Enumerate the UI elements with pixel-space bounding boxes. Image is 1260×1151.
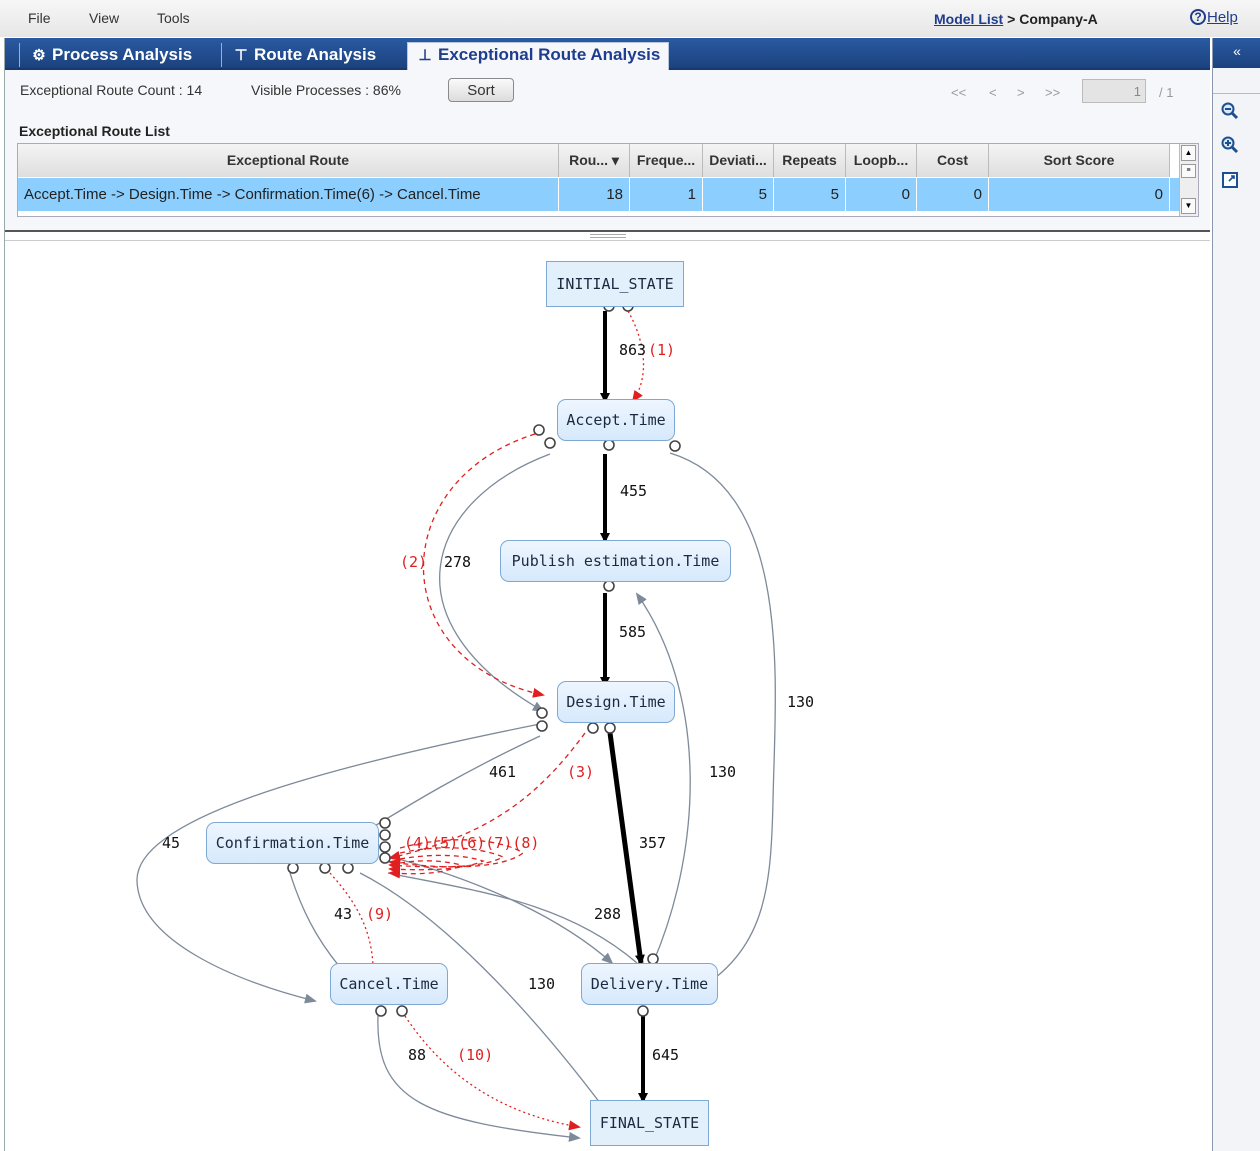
sort-button[interactable]: Sort	[448, 78, 514, 102]
first-page-button[interactable]: <<	[951, 85, 966, 100]
breadcrumb-separator: >	[1007, 11, 1016, 27]
last-page-button[interactable]: >>	[1045, 85, 1060, 100]
column-header-cost[interactable]: Cost	[917, 144, 989, 177]
right-toolbar: «	[1212, 38, 1260, 1151]
edge-label-exceptional: (1)	[648, 341, 676, 359]
splitter-grip[interactable]	[590, 234, 626, 238]
main-frame: ⚙ Process Analysis ⊤ Route Analysis ⊥ Excep…	[4, 38, 1210, 1151]
edge-label-exceptional: (3)	[567, 763, 595, 781]
breadcrumb: Model List > Company-A	[934, 11, 1098, 27]
tab-process-analysis[interactable]: ⚙ Process Analysis	[19, 43, 192, 67]
scroll-up-icon[interactable]: ▲	[1181, 145, 1196, 161]
pane-splitter[interactable]	[5, 230, 1210, 241]
edge-label: 357	[639, 834, 667, 852]
scroll-down-icon[interactable]: ▼	[1181, 198, 1196, 214]
exceptional-route-list-title: Exceptional Route List	[19, 123, 170, 139]
tab-bar: ⚙ Process Analysis ⊤ Route Analysis ⊥ Excep…	[5, 38, 1210, 70]
edge-label: 455	[620, 482, 648, 500]
process-icon: ⚙	[32, 47, 46, 64]
page-number-input[interactable]	[1082, 79, 1146, 103]
node-cancel-time[interactable]: Cancel.Time	[330, 963, 448, 1005]
fit-to-window-icon[interactable]	[1219, 171, 1241, 193]
cell-repeats: 5	[774, 178, 846, 211]
column-header-route-count[interactable]: Rou... ▾	[559, 144, 630, 177]
column-header-frequency[interactable]: Freque...	[630, 144, 703, 177]
column-header-loopback[interactable]: Loopb...	[846, 144, 917, 177]
column-header-repeats[interactable]: Repeats	[774, 144, 846, 177]
edge-label: 461	[489, 763, 517, 781]
menu-bar: File View Tools Model List > Company-A ?…	[0, 0, 1260, 37]
edge-label: 45	[162, 834, 181, 852]
zoom-in-icon[interactable]	[1219, 136, 1241, 158]
collapse-panel-button[interactable]: «	[1213, 38, 1260, 68]
node-accept-time[interactable]: Accept.Time	[557, 399, 675, 441]
process-graph: INITIAL_STATE Accept.Time Publish estima…	[5, 241, 1210, 1151]
edge-label-exceptional: (4)(5)(6)(7)(8)	[404, 834, 540, 852]
zoom-out-icon[interactable]	[1219, 102, 1241, 124]
column-header-sort-score[interactable]: Sort Score	[989, 144, 1170, 177]
route-icon: ⊤	[234, 47, 248, 64]
edge-label: 863	[619, 341, 647, 359]
column-header-route[interactable]: Exceptional Route	[18, 144, 559, 177]
cell-frequency: 1	[630, 178, 703, 211]
edge-label: 288	[594, 905, 622, 923]
table-row[interactable]: Accept.Time -> Design.Time -> Confirmati…	[18, 178, 1180, 211]
edge-design-delivery	[607, 732, 645, 965]
page-total: / 1	[1159, 85, 1174, 100]
help-icon: ?	[1190, 9, 1206, 25]
menu-tools[interactable]: Tools	[157, 10, 190, 26]
edge-confirm-delivery	[386, 855, 614, 965]
edge-label-exceptional: (10)	[457, 1046, 494, 1064]
tab-label: Exceptional Route Analysis	[438, 45, 661, 64]
tab-exceptional-route-analysis[interactable]: ⊥ Exceptional Route Analysis	[407, 42, 670, 70]
edge-label: 88	[408, 1046, 427, 1064]
scroll-thumb[interactable]: ≡	[1181, 164, 1196, 178]
cell-sort-score: 0	[989, 178, 1170, 211]
node-confirmation-time[interactable]: Confirmation.Time	[206, 822, 379, 864]
cell-cost: 0	[917, 178, 989, 211]
edge-label: 645	[652, 1046, 680, 1064]
edge-label: 585	[619, 623, 647, 641]
node-final-state[interactable]: FINAL_STATE	[590, 1100, 709, 1146]
breadcrumb-current: Company-A	[1019, 11, 1098, 27]
model-list-link[interactable]: Model List	[934, 11, 1003, 27]
menu-file[interactable]: File	[28, 10, 51, 26]
edge-label: 130	[787, 693, 815, 711]
cell-deviation: 5	[703, 178, 774, 211]
table-scrollbar[interactable]: ▲ ≡ ▼	[1179, 144, 1198, 216]
exceptional-icon: ⊥	[418, 47, 432, 64]
edge-label-exceptional: (9)	[366, 905, 394, 923]
tab-label: Route Analysis	[254, 45, 377, 64]
edge-label: 130	[528, 975, 556, 993]
cell-loopback: 0	[846, 178, 917, 211]
edge-accept-design	[439, 453, 551, 712]
node-initial-state[interactable]: INITIAL_STATE	[546, 261, 684, 307]
edge-label: 43	[334, 905, 353, 923]
edge-ex-cancel-final	[404, 1015, 581, 1131]
prev-page-button[interactable]: <	[989, 85, 997, 100]
column-header-deviation[interactable]: Deviati...	[703, 144, 774, 177]
help-label[interactable]: Help	[1207, 9, 1238, 26]
toolbar-divider	[1213, 68, 1260, 94]
edge-label: 278	[444, 553, 472, 571]
menu-view[interactable]: View	[89, 10, 119, 26]
node-design-time[interactable]: Design.Time	[557, 681, 675, 723]
visible-processes: Visible Processes : 86%	[251, 82, 401, 98]
edge-label-exceptional: (2)	[400, 553, 428, 571]
cell-route: Accept.Time -> Design.Time -> Confirmati…	[18, 178, 559, 211]
next-page-button[interactable]: >	[1017, 85, 1025, 100]
edge-label: 130	[709, 763, 737, 781]
node-delivery-time[interactable]: Delivery.Time	[581, 963, 718, 1005]
edge-delivery-publish	[635, 592, 691, 964]
tab-label: Process Analysis	[52, 45, 193, 64]
tab-route-analysis[interactable]: ⊤ Route Analysis	[221, 43, 376, 67]
exceptional-route-count: Exceptional Route Count : 14	[20, 82, 203, 98]
exceptional-route-table: Exceptional Route Rou... ▾ Freque... Dev…	[17, 143, 1199, 217]
help-link[interactable]: ? Help	[1190, 9, 1238, 26]
route-list-panel: Exceptional Route Count : 14 Visible Pro…	[5, 70, 1210, 230]
cell-route-count: 18	[559, 178, 630, 211]
node-publish-estimation-time[interactable]: Publish estimation.Time	[500, 540, 731, 582]
